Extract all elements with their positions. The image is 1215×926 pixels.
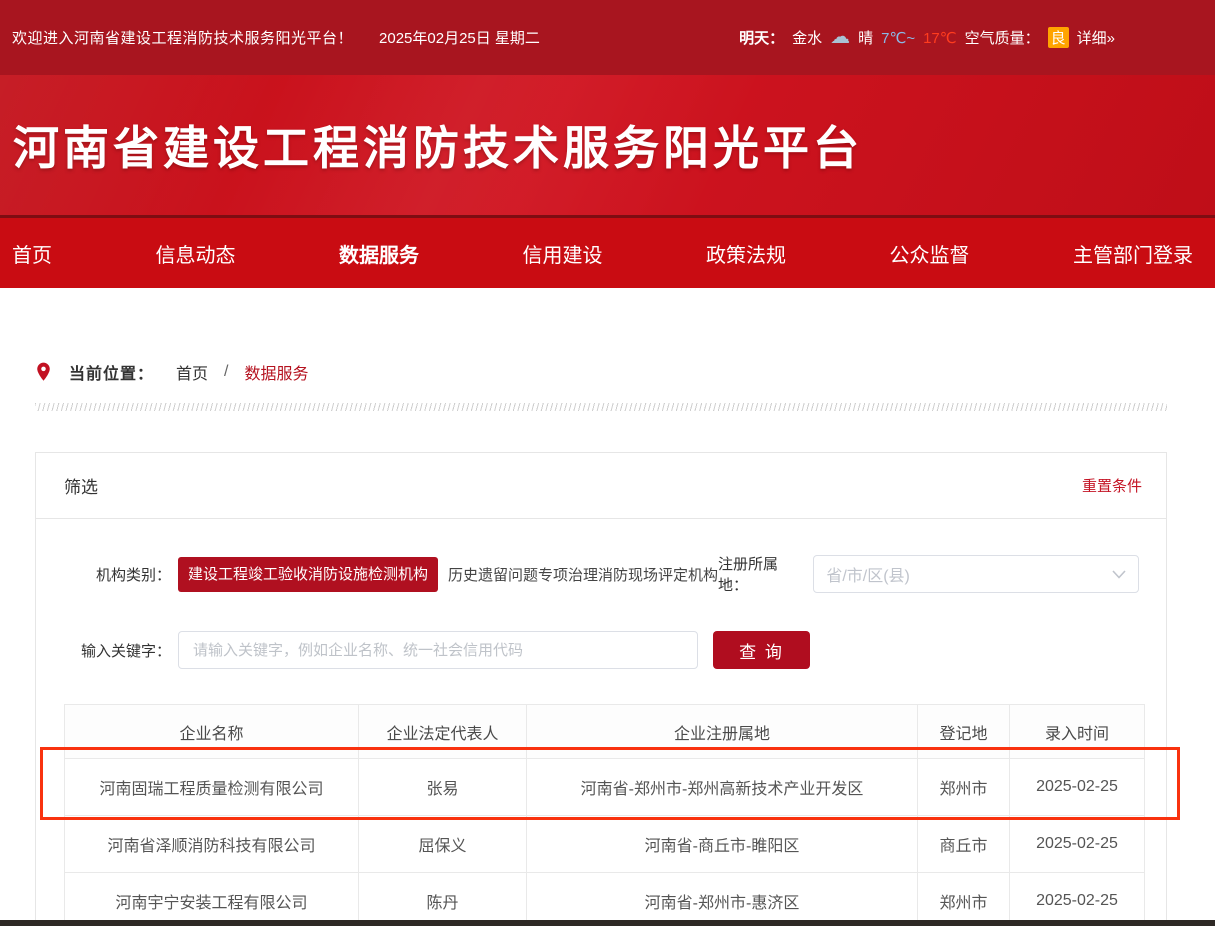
table-row[interactable]: 河南固瑞工程质量检测有限公司 张易 河南省-郑州市-郑州高新技术产业开发区 郑州…: [65, 759, 1145, 816]
category-filter-row: 机构类别： 建设工程竣工验收消防设施检测机构 历史遗留问题专项治理消防现场评定机…: [36, 553, 1166, 595]
table-row[interactable]: 河南省泽顺消防科技有限公司 屈保义 河南省-商丘市-睢阳区 商丘市 2025-0…: [65, 816, 1145, 873]
air-quality-label: 空气质量：: [965, 27, 1040, 48]
nav-item-admin-login[interactable]: 主管部门登录: [1073, 239, 1193, 268]
column-header-registered-region: 企业注册属地: [527, 705, 918, 759]
cell-city: 商丘市: [918, 816, 1010, 873]
keyword-label: 输入关键字：: [36, 640, 171, 661]
keyword-filter-row: 输入关键字： 查 询: [36, 631, 1166, 669]
cell-date: 2025-02-25: [1010, 816, 1145, 873]
main-nav: 首页 信息动态 数据服务 信用建设 政策法规 公众监督 主管部门登录: [0, 218, 1215, 288]
filter-title: 筛选: [64, 473, 98, 498]
region-select-placeholder: 省/市/区(县): [826, 562, 910, 586]
cell-legal-rep: 屈保义: [359, 816, 527, 873]
breadcrumb-current[interactable]: 数据服务: [244, 360, 308, 384]
top-bar: 欢迎进入河南省建设工程消防技术服务阳光平台！ 2025年02月25日 星期二 明…: [0, 0, 1215, 75]
category-option-unselected[interactable]: 历史遗留问题专项治理消防现场评定机构: [448, 564, 718, 585]
weather-detail-link[interactable]: 详细»: [1077, 27, 1115, 48]
column-header-legal-rep: 企业法定代表人: [359, 705, 527, 759]
keyword-input[interactable]: [178, 631, 698, 669]
region-select[interactable]: 省/市/区(县): [813, 555, 1139, 593]
weather-district: 金水: [792, 27, 822, 48]
filter-card-header: 筛选 重置条件: [36, 453, 1166, 519]
nav-item-credit[interactable]: 信用建设: [523, 239, 603, 268]
weather-condition: 晴: [858, 27, 873, 48]
breadcrumb-home-link[interactable]: 首页: [176, 360, 208, 384]
table-header-row: 企业名称 企业法定代表人 企业注册属地 登记地 录入时间: [65, 705, 1145, 759]
cell-company: 河南固瑞工程质量检测有限公司: [65, 759, 359, 816]
search-button[interactable]: 查 询: [713, 631, 810, 669]
location-pin-icon: [36, 362, 51, 382]
cell-company: 河南省泽顺消防科技有限公司: [65, 816, 359, 873]
cell-region: 河南省-郑州市-郑州高新技术产业开发区: [527, 759, 918, 816]
cell-legal-rep: 陈丹: [359, 873, 527, 926]
welcome-text: 欢迎进入河南省建设工程消防技术服务阳光平台！: [12, 27, 353, 48]
cell-city: 郑州市: [918, 759, 1010, 816]
cell-date: 2025-02-25: [1010, 873, 1145, 926]
temp-high: 17℃: [923, 29, 957, 47]
tomorrow-label: 明天：: [739, 27, 784, 48]
table-row[interactable]: 河南宇宁安装工程有限公司 陈丹 河南省-郑州市-惠济区 郑州市 2025-02-…: [65, 873, 1145, 926]
column-header-registry-city: 登记地: [918, 705, 1010, 759]
category-label: 机构类别：: [36, 564, 171, 585]
filter-card: 筛选 重置条件 机构类别： 建设工程竣工验收消防设施检测机构 历史遗留问题专项治…: [35, 452, 1167, 926]
breadcrumb-label: 当前位置：: [69, 360, 154, 384]
results-table: 企业名称 企业法定代表人 企业注册属地 登记地 录入时间 河南固瑞工程质量检测有…: [64, 704, 1145, 926]
cell-company: 河南宇宁安装工程有限公司: [65, 873, 359, 926]
cloud-icon: ☁: [830, 27, 850, 47]
nav-item-news[interactable]: 信息动态: [156, 239, 236, 268]
nav-item-supervision[interactable]: 公众监督: [890, 239, 970, 268]
cell-legal-rep: 张易: [359, 759, 527, 816]
nav-item-data-service[interactable]: 数据服务: [339, 239, 419, 268]
category-option-selected[interactable]: 建设工程竣工验收消防设施检测机构: [178, 557, 438, 592]
nav-item-policy[interactable]: 政策法规: [706, 239, 786, 268]
breadcrumb: 当前位置： 首页 / 数据服务: [36, 360, 309, 384]
air-quality-badge: 良: [1048, 27, 1069, 48]
temp-low: 7℃~: [881, 29, 915, 47]
breadcrumb-separator: /: [224, 363, 228, 381]
cell-region: 河南省-商丘市-睢阳区: [527, 816, 918, 873]
hatched-divider: [35, 403, 1167, 411]
cell-region: 河南省-郑州市-惠济区: [527, 873, 918, 926]
cell-city: 郑州市: [918, 873, 1010, 926]
nav-item-home[interactable]: 首页: [12, 239, 52, 268]
cell-date: 2025-02-25: [1010, 759, 1145, 816]
chevron-down-icon: [1112, 570, 1126, 579]
footer-bar: [0, 920, 1215, 926]
column-header-entry-date: 录入时间: [1010, 705, 1145, 759]
date-text: 2025年02月25日 星期二: [379, 27, 540, 48]
column-header-company: 企业名称: [65, 705, 359, 759]
site-banner: 河南省建设工程消防技术服务阳光平台: [0, 75, 1215, 215]
page: 欢迎进入河南省建设工程消防技术服务阳光平台！ 2025年02月25日 星期二 明…: [0, 0, 1215, 926]
reset-filters-link[interactable]: 重置条件: [1082, 475, 1142, 496]
site-title: 河南省建设工程消防技术服务阳光平台: [0, 112, 863, 178]
region-label: 注册所属地：: [718, 553, 805, 595]
weather-widget: 明天： 金水 ☁ 晴 7℃~ 17℃ 空气质量： 良 详细»: [739, 27, 1115, 48]
